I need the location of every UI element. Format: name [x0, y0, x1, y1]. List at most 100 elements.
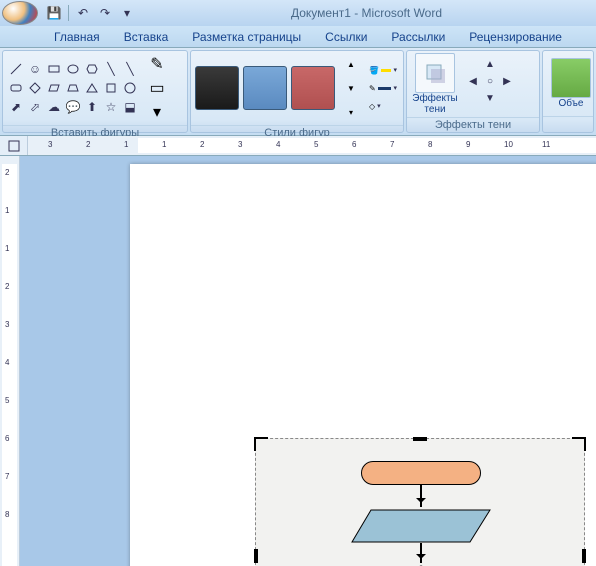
- ruler-tick: 11: [542, 140, 550, 149]
- flowchart-arrow[interactable]: [420, 543, 422, 563]
- ruler-tick: 10: [504, 140, 513, 149]
- group-insert-shapes: ☺ ╲ ╲ ⬈ ⬀ ☁ 💬 ⬆ ☆ ⬓: [2, 50, 188, 133]
- qat-more-icon[interactable]: ▾: [117, 4, 137, 22]
- hexagon-icon[interactable]: [83, 60, 101, 78]
- ruler-tick: 1: [5, 206, 9, 215]
- quick-access-toolbar: 💾 ↶ ↷ ▾: [44, 4, 137, 22]
- horizontal-ruler[interactable]: 3211234567891011: [28, 136, 596, 155]
- undo-icon[interactable]: ↶: [73, 4, 93, 22]
- ruler-corner: [0, 136, 28, 155]
- ribbon: ☺ ╲ ╲ ⬈ ⬀ ☁ 💬 ⬆ ☆ ⬓: [0, 48, 596, 136]
- ruler-tick: 5: [314, 140, 318, 149]
- tab-insert[interactable]: Вставка: [112, 27, 181, 47]
- canvas-corner-handle[interactable]: [570, 437, 586, 453]
- ruler-tick: 2: [86, 140, 90, 149]
- line-icon[interactable]: [7, 60, 25, 78]
- ruler-tick: 8: [428, 140, 432, 149]
- star-icon[interactable]: ☆: [102, 98, 120, 116]
- group-shape-styles: ▲ ▼ ▾ 🪣▾ ✎▾ ◇▾ Стили фигур: [190, 50, 404, 133]
- flowchart-data[interactable]: [351, 509, 491, 543]
- save-icon[interactable]: 💾: [44, 4, 64, 22]
- diagonal-icon[interactable]: ╲: [102, 60, 120, 78]
- workspace[interactable]: [20, 156, 596, 566]
- shape-icon[interactable]: [121, 79, 139, 97]
- textbox-icon[interactable]: ▭: [145, 77, 169, 99]
- arrow-icon[interactable]: ⬀: [26, 98, 44, 116]
- rect-icon[interactable]: [45, 60, 63, 78]
- shape-icon[interactable]: [102, 79, 120, 97]
- horizontal-ruler-bar: 3211234567891011: [0, 136, 596, 156]
- smiley-icon[interactable]: ☺: [26, 60, 44, 78]
- canvas-side-handle[interactable]: [413, 437, 427, 441]
- triangle-icon[interactable]: [83, 79, 101, 97]
- group-label: Эффекты тени: [407, 117, 539, 132]
- ruler-tick: 1: [5, 244, 9, 253]
- drawing-canvas[interactable]: [255, 438, 585, 566]
- tab-mail[interactable]: Рассылки: [379, 27, 457, 47]
- ruler-tick: 4: [276, 140, 280, 149]
- rrect-icon[interactable]: [7, 79, 25, 97]
- group-label: [543, 116, 593, 132]
- ruler-tick: 3: [5, 320, 9, 329]
- canvas-side-handle[interactable]: [582, 549, 586, 563]
- ruler-tick: 6: [5, 434, 9, 443]
- shadow-effects-button[interactable]: [415, 53, 455, 93]
- redo-icon[interactable]: ↷: [95, 4, 115, 22]
- scroll-up-icon[interactable]: ▲: [339, 53, 363, 75]
- nudge-down-icon[interactable]: ▼: [482, 93, 498, 109]
- title-bar: 💾 ↶ ↷ ▾ Документ1 - Microsoft Word: [0, 0, 596, 26]
- canvas-corner-handle[interactable]: [254, 437, 270, 453]
- arrow-up-icon[interactable]: ⬆: [83, 98, 101, 116]
- edit-shape-icon[interactable]: ✎: [145, 53, 169, 75]
- ruler-tick: 4: [5, 358, 9, 367]
- nudge-center-icon[interactable]: ○: [482, 76, 498, 92]
- tab-home[interactable]: Главная: [42, 27, 112, 47]
- ribbon-tabs: Главная Вставка Разметка страницы Ссылки…: [0, 26, 596, 48]
- ruler-tick: 9: [466, 140, 470, 149]
- shadow-nudge-pad: ▲ ◀○▶ ▼: [465, 59, 515, 109]
- arrow-icon[interactable]: ⬈: [7, 98, 25, 116]
- flowchart-arrow[interactable]: [420, 485, 422, 507]
- change-shape-button[interactable]: ◇▾: [369, 98, 397, 114]
- ruler-tick: 3: [48, 140, 52, 149]
- ruler-tick: 1: [162, 140, 166, 149]
- shape-fill-button[interactable]: 🪣▾: [369, 62, 397, 78]
- callout-icon[interactable]: 💬: [64, 98, 82, 116]
- ruler-tick: 5: [5, 396, 9, 405]
- style-swatch-black[interactable]: [195, 66, 239, 110]
- scroll-down-icon[interactable]: ▼: [339, 77, 363, 99]
- ruler-tick: 3: [238, 140, 242, 149]
- document-area: 2112345678: [0, 156, 596, 566]
- trapezoid-icon[interactable]: [64, 79, 82, 97]
- expand-gallery-icon[interactable]: ▾: [145, 101, 169, 123]
- ruler-tick: 2: [200, 140, 204, 149]
- parallelogram-icon[interactable]: [45, 79, 63, 97]
- banner-icon[interactable]: ⬓: [121, 98, 139, 116]
- 3d-effects-button[interactable]: [551, 58, 591, 98]
- nudge-right-icon[interactable]: ▶: [499, 76, 515, 92]
- diagonal2-icon[interactable]: ╲: [121, 60, 139, 78]
- shape-outline-button[interactable]: ✎▾: [369, 80, 397, 96]
- window-title: Документ1 - Microsoft Word: [137, 6, 596, 20]
- vertical-ruler[interactable]: 2112345678: [0, 156, 20, 566]
- style-swatch-red[interactable]: [291, 66, 335, 110]
- oval-icon[interactable]: [64, 60, 82, 78]
- effects-label: Эффекты тени: [411, 93, 459, 115]
- shapes-gallery[interactable]: ☺ ╲ ╲ ⬈ ⬀ ☁ 💬 ⬆ ☆ ⬓: [7, 60, 139, 116]
- nudge-up-icon[interactable]: ▲: [482, 59, 498, 75]
- expand-styles-icon[interactable]: ▾: [339, 101, 363, 123]
- tab-layout[interactable]: Разметка страницы: [180, 27, 313, 47]
- group-3d-effects: Объе: [542, 50, 594, 133]
- object-label: Объе: [547, 98, 595, 109]
- flowchart-terminator[interactable]: [361, 461, 481, 485]
- ruler-tick: 2: [5, 168, 9, 177]
- cloud-icon[interactable]: ☁: [45, 98, 63, 116]
- diamond-icon[interactable]: [26, 79, 44, 97]
- canvas-side-handle[interactable]: [254, 549, 258, 563]
- change-shape-icon: ◇: [369, 102, 375, 111]
- style-swatch-blue[interactable]: [243, 66, 287, 110]
- tab-refs[interactable]: Ссылки: [313, 27, 379, 47]
- nudge-left-icon[interactable]: ◀: [465, 76, 481, 92]
- tab-review[interactable]: Рецензирование: [457, 27, 574, 47]
- office-button[interactable]: [2, 1, 38, 25]
